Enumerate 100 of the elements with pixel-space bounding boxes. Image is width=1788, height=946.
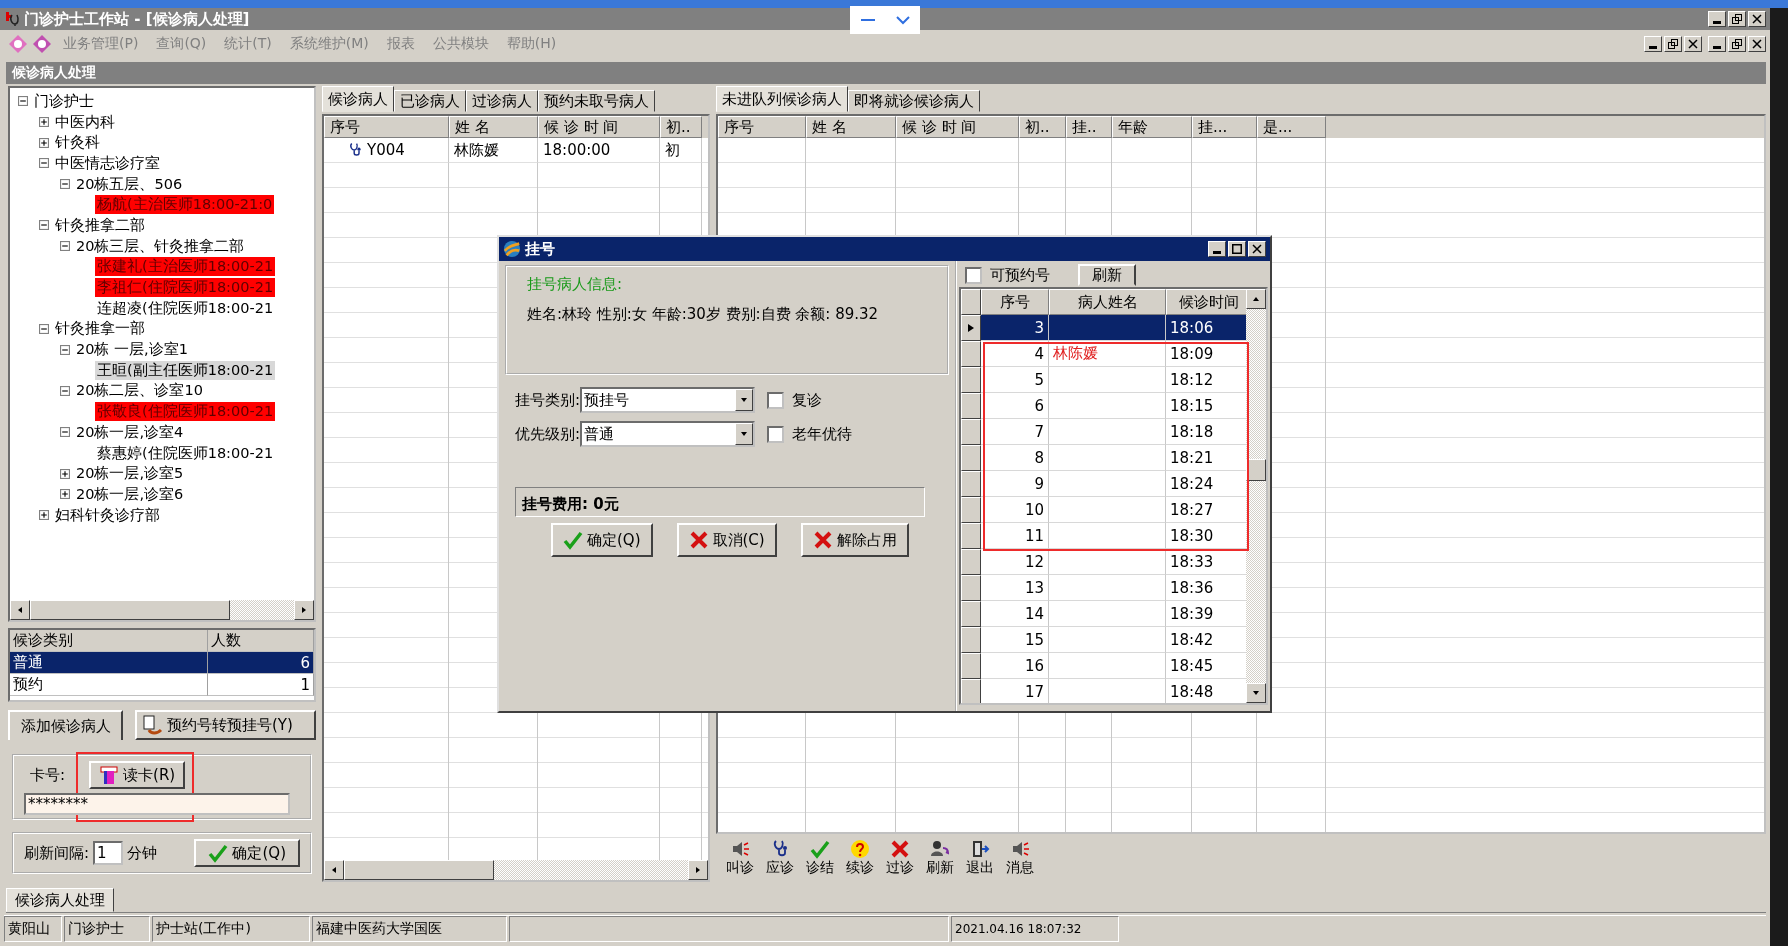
row-header-cell[interactable] — [961, 679, 981, 703]
expand-icon[interactable] — [60, 468, 70, 479]
confirm-button[interactable]: 确定(Q) — [551, 523, 653, 557]
cancel-button[interactable]: 解除占用 — [800, 523, 909, 557]
toolbar-button[interactable]: 过诊 — [882, 839, 918, 877]
tree-item[interactable]: 中医内科 — [53, 112, 117, 132]
tree-item[interactable]: 20栋一层,诊室6 — [74, 484, 186, 504]
row-header-cell[interactable] — [961, 627, 981, 653]
checkbox[interactable]: 可预约号 — [965, 262, 1050, 288]
tree-item[interactable]: 针灸推拿一部 — [53, 319, 147, 339]
toolbar-button[interactable]: 叫诊 — [722, 839, 758, 877]
collapse-icon[interactable] — [39, 158, 49, 169]
row-header-cell[interactable] — [961, 471, 981, 497]
collapse-icon[interactable] — [39, 220, 49, 231]
tab[interactable]: 即将就诊候诊病人 — [848, 90, 980, 112]
column-header[interactable]: 候 诊 时 间 — [538, 116, 660, 138]
expand-icon[interactable] — [60, 489, 70, 500]
tree-item[interactable]: 20栋二层、诊室10 — [74, 381, 205, 401]
toolbar-button[interactable]: 应诊 — [762, 839, 798, 877]
scrollbar-thumb[interactable] — [1246, 459, 1266, 481]
collapse-icon[interactable] — [18, 96, 28, 107]
tree-item[interactable]: 针灸推拿二部 — [53, 215, 147, 235]
tab[interactable]: 过诊病人 — [466, 90, 538, 112]
tab[interactable]: 候诊病人处理 — [6, 888, 114, 912]
tree-item[interactable]: 20栋五层、506 — [74, 174, 185, 194]
row-header-cell[interactable] — [961, 419, 981, 445]
gem-icon[interactable] — [32, 34, 52, 54]
tree-item[interactable]: 妇科针灸诊疗部 — [53, 505, 162, 525]
close-button[interactable] — [1684, 36, 1702, 52]
restore-button[interactable] — [1728, 36, 1746, 52]
cancel-button[interactable]: 取消(C) — [676, 523, 777, 557]
dropdown-field[interactable]: 普通 — [580, 421, 756, 447]
row-header-cell[interactable] — [961, 549, 981, 575]
tree-item[interactable]: 连超凌(住院医师18:00-21 — [95, 298, 276, 318]
tree-item[interactable]: 蔡惠婷(住院医师18:00-21 — [95, 443, 276, 463]
collapse-icon[interactable] — [60, 179, 70, 190]
column-header[interactable]: 初.. — [1019, 116, 1066, 138]
minimize-button[interactable] — [1708, 36, 1726, 52]
tree-item[interactable]: 针灸科 — [53, 133, 102, 153]
minimize-button[interactable] — [1644, 36, 1662, 52]
column-header[interactable]: 序号 — [981, 289, 1049, 315]
add-patient-button[interactable]: 添加候诊病人 — [8, 710, 123, 740]
tree-item[interactable]: 王晅(副主任医师18:00-21 — [95, 360, 276, 380]
column-header[interactable]: 挂... — [1192, 116, 1257, 138]
collapse-icon[interactable] — [39, 323, 49, 334]
row-header-cell[interactable] — [961, 601, 981, 627]
read-card-button[interactable]: 读卡(R) — [89, 761, 186, 789]
horizontal-scrollbar[interactable] — [10, 600, 314, 620]
column-header[interactable]: 序号 — [324, 116, 449, 138]
tree-item[interactable]: 20栋三层、针灸推拿二部 — [74, 236, 247, 256]
column-header[interactable]: 姓 名 — [449, 116, 538, 138]
tree-item[interactable]: 张建礼(主治医师18:00-21 — [95, 257, 276, 277]
restore-button[interactable] — [1664, 36, 1682, 52]
collapse-icon[interactable] — [60, 385, 70, 396]
checkbox[interactable]: 复诊 — [767, 387, 853, 413]
tree-item[interactable]: 20栋一层,诊室5 — [74, 464, 186, 484]
row-header-cell[interactable] — [961, 497, 981, 523]
expand-icon[interactable] — [39, 137, 49, 148]
row-header-cell[interactable] — [961, 315, 981, 341]
table-row[interactable]: 预约 1 — [10, 674, 314, 696]
row-header-cell[interactable] — [961, 575, 981, 601]
toolbar-button[interactable]: 退出 — [962, 839, 998, 877]
tree-item[interactable]: 门诊护士 — [32, 91, 96, 111]
tree-item[interactable]: 20栋一层,诊室4 — [74, 422, 186, 442]
refresh-button[interactable]: 刷新 — [1078, 264, 1136, 286]
confirm-button[interactable]: 确定(Q) — [194, 839, 300, 867]
column-header[interactable]: 挂.. — [1066, 116, 1112, 138]
tree-item[interactable]: 20栋 一层,诊室1 — [74, 340, 190, 360]
tree-item[interactable]: 李祖仁(住院医师18:00-21 — [95, 278, 276, 298]
minimize-button[interactable] — [1208, 241, 1226, 257]
tree-item[interactable]: 杨航(主治医师18:00-21:0 — [95, 195, 275, 215]
maximize-button[interactable] — [1228, 241, 1246, 257]
column-header[interactable]: 姓 名 — [806, 116, 896, 138]
toolbar-button[interactable]: 消息 — [1002, 839, 1038, 877]
column-header[interactable]: 初.. — [660, 116, 702, 138]
close-button[interactable] — [1748, 11, 1766, 27]
minimize-icon[interactable] — [860, 19, 875, 21]
column-header[interactable]: 候 诊 时 间 — [896, 116, 1019, 138]
expand-icon[interactable] — [39, 510, 49, 521]
vertical-scrollbar[interactable] — [1246, 289, 1266, 703]
row-header-cell[interactable] — [961, 393, 981, 419]
toolbar-button[interactable]: 刷新 — [922, 839, 958, 877]
checkbox[interactable]: 老年优待 — [767, 421, 853, 447]
chevron-down-icon[interactable] — [895, 15, 910, 25]
collapse-icon[interactable] — [60, 241, 70, 252]
table-row[interactable]: 普通 6 — [10, 652, 314, 674]
card-number-field[interactable]: ******** — [24, 793, 290, 815]
convert-button[interactable]: 预约号转预挂号(Y) — [135, 710, 316, 740]
collapse-icon[interactable] — [60, 427, 70, 438]
column-header[interactable]: 年龄 — [1112, 116, 1192, 138]
minimize-button[interactable] — [1708, 11, 1726, 27]
row-header-cell[interactable] — [961, 653, 981, 679]
dropdown-field[interactable]: 预挂号 — [580, 387, 756, 413]
close-button[interactable] — [1248, 241, 1266, 257]
close-button[interactable] — [1748, 36, 1766, 52]
expand-icon[interactable] — [39, 117, 49, 128]
gem-icon[interactable] — [8, 34, 28, 54]
toolbar-button[interactable]: 续诊 — [842, 839, 878, 877]
horizontal-scrollbar[interactable] — [324, 860, 708, 880]
interval-field[interactable]: 1 — [93, 841, 124, 865]
